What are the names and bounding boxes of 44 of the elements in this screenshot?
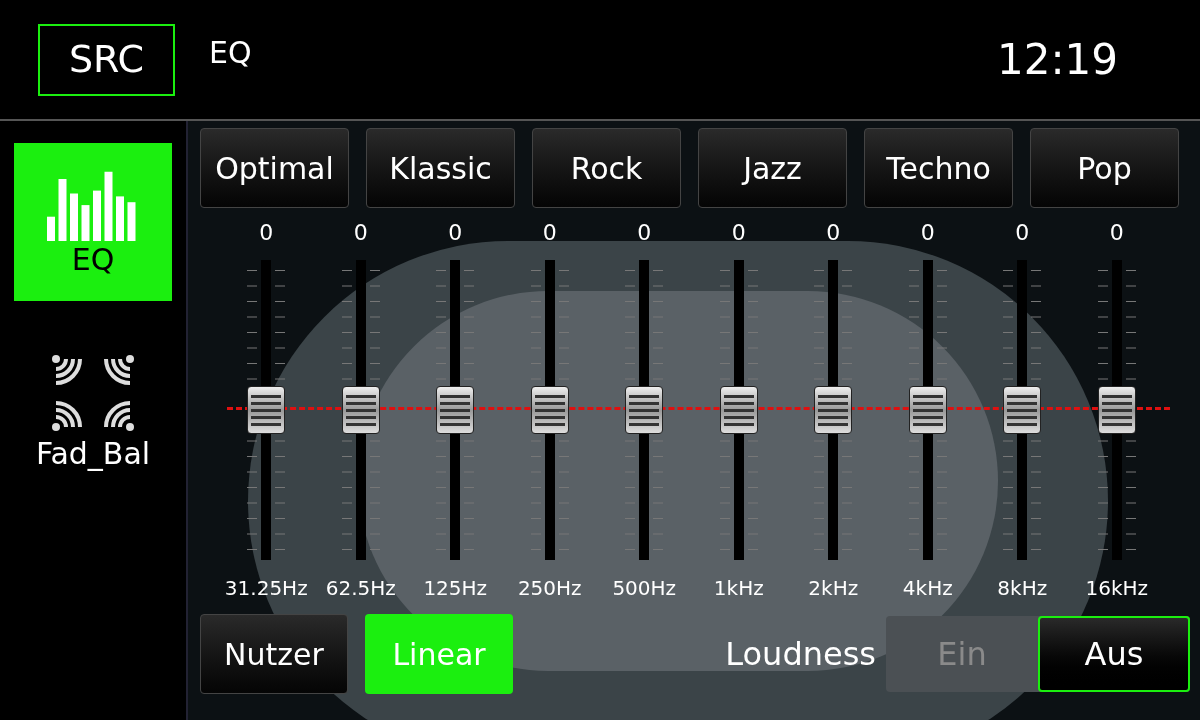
preset-button[interactable]: Jazz [698,128,847,208]
frequency-label: 250Hz [517,578,582,598]
sidebar-item[interactable]: EQ [14,143,172,301]
band-value: 0 [448,222,463,247]
band-value: 0 [826,222,841,247]
frequency-label: 8kHz [997,578,1048,598]
preset-button[interactable]: Klassic [366,128,515,208]
band-value: 0 [731,222,746,247]
slider-thumb[interactable] [625,386,664,434]
slider-thumb[interactable] [908,386,947,434]
slider-thumb[interactable] [436,386,475,434]
source-button[interactable]: SRC [38,23,175,96]
slider-thumb[interactable] [1097,386,1136,434]
preset-button[interactable]: Optimal [200,128,349,208]
frequency-label: 2kHz [808,578,859,598]
loudness-label: Loudness [725,634,876,675]
band-value: 0 [259,222,274,247]
preset-button[interactable]: Pop [1030,128,1179,208]
slider-thumb[interactable] [247,386,286,434]
preset-button[interactable]: Techno [864,128,1013,208]
slider-thumb[interactable] [814,386,853,434]
screen-title: EQ [209,34,252,72]
slider-thumb[interactable] [1003,386,1042,434]
slider-thumb[interactable] [341,386,380,434]
band-value: 0 [637,222,652,247]
clock: 12:19 [996,34,1118,86]
frequency-label: 31.25Hz [224,578,308,598]
equalizer-icon [47,169,139,241]
band-value: 0 [353,222,368,247]
frequency-label: 16kHz [1085,578,1149,598]
frequency-label: 4kHz [902,578,953,598]
slider-thumb[interactable] [530,386,569,434]
loudness-option[interactable]: Aus [1038,616,1190,692]
band-value: 0 [542,222,557,247]
slider-thumb[interactable] [719,386,758,434]
curve-mode-button[interactable]: Nutzer [200,614,348,694]
band-value: 0 [920,222,935,247]
band-value: 0 [1015,222,1030,247]
band-value: 0 [1109,222,1124,247]
frequency-label: 125Hz [423,578,488,598]
frequency-label: 1kHz [713,578,764,598]
frequency-label: 62.5Hz [325,578,396,598]
frequency-label: 500Hz [612,578,677,598]
preset-button[interactable]: Rock [532,128,681,208]
